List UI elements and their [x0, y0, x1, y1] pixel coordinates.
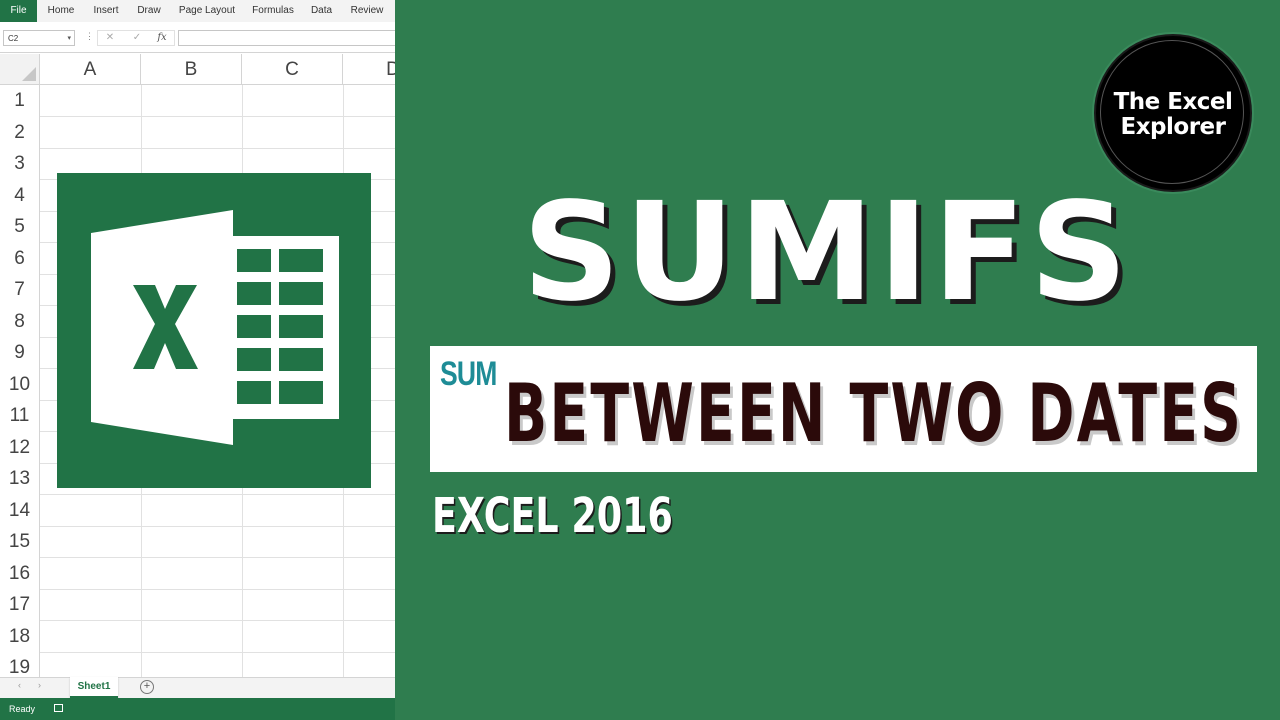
- excel-logo: [57, 173, 371, 488]
- gridline: [40, 589, 395, 590]
- gridline: [40, 652, 395, 653]
- chevron-down-icon[interactable]: ▾: [67, 31, 71, 47]
- row-header-18[interactable]: 18: [0, 620, 40, 652]
- tab-draw[interactable]: Draw: [133, 0, 165, 22]
- row-header-2[interactable]: 2: [0, 116, 40, 148]
- select-all-corner[interactable]: [0, 54, 40, 85]
- gridline: [40, 620, 395, 621]
- row-header-4[interactable]: 4: [0, 179, 40, 211]
- insert-function-icon[interactable]: fx: [155, 30, 169, 46]
- title-sumifs: SUMIFS: [522, 174, 1132, 332]
- row-header-8[interactable]: 8: [0, 305, 40, 337]
- column-header-d[interactable]: D: [343, 54, 395, 85]
- row-header-3[interactable]: 3: [0, 148, 40, 180]
- row-header-17[interactable]: 17: [0, 589, 40, 621]
- tab-home[interactable]: Home: [43, 0, 79, 22]
- row-header-10[interactable]: 10: [0, 368, 40, 400]
- row-header-16[interactable]: 16: [0, 557, 40, 589]
- formula-bar: C2 ▾ ⋮ ✕ ✓ fx: [0, 22, 395, 53]
- cancel-x-icon[interactable]: ✕: [103, 30, 117, 46]
- brand-logo: The Excel Explorer: [1094, 34, 1252, 192]
- row-header-15[interactable]: 15: [0, 526, 40, 558]
- status-text: Ready: [9, 704, 36, 714]
- drag-handle-icon[interactable]: ⋮: [85, 31, 94, 42]
- column-header-b[interactable]: B: [141, 54, 242, 85]
- formula-input[interactable]: [178, 30, 395, 46]
- banner-small-label: SUM: [440, 355, 497, 393]
- excel-logo-icon: [91, 210, 339, 445]
- gridline: [40, 557, 395, 558]
- row-header-11[interactable]: 11: [0, 400, 40, 432]
- gridline: [40, 494, 395, 495]
- scroll-left-icon[interactable]: ‹: [18, 680, 21, 690]
- add-sheet-icon[interactable]: +: [140, 680, 154, 694]
- subtitle-version: EXCEL 2016: [432, 488, 673, 544]
- sheet-tab-bar: ‹ › Sheet1 +: [0, 677, 395, 699]
- name-box-value: C2: [8, 34, 19, 43]
- row-header-9[interactable]: 9: [0, 337, 40, 369]
- tab-data[interactable]: Data: [307, 0, 336, 22]
- banner-main-label: BETWEEN TWO DATES: [504, 367, 1244, 460]
- gridline: [40, 526, 395, 527]
- select-all-triangle-icon: [22, 67, 36, 81]
- tab-review[interactable]: Review: [347, 0, 387, 22]
- ribbon-tabs: File Home Insert Draw Page Layout Formul…: [0, 0, 395, 23]
- excel-window: File Home Insert Draw Page Layout Formul…: [0, 0, 395, 720]
- row-header-7[interactable]: 7: [0, 274, 40, 306]
- row-header-5[interactable]: 5: [0, 211, 40, 243]
- tab-insert[interactable]: Insert: [89, 0, 123, 22]
- row-header-12[interactable]: 12: [0, 431, 40, 463]
- sheet-tab-sheet1[interactable]: Sheet1: [70, 677, 118, 698]
- brand-line-1: The Excel: [1113, 89, 1233, 115]
- tab-file[interactable]: File: [0, 0, 37, 22]
- macro-record-icon[interactable]: [54, 704, 63, 712]
- column-header-c[interactable]: C: [242, 54, 343, 85]
- row-header-6[interactable]: 6: [0, 242, 40, 274]
- tab-page-layout[interactable]: Page Layout: [176, 0, 238, 22]
- column-header-a[interactable]: A: [40, 54, 141, 85]
- enter-check-icon[interactable]: ✓: [130, 30, 144, 46]
- row-header-14[interactable]: 14: [0, 494, 40, 526]
- tab-formulas[interactable]: Formulas: [249, 0, 297, 22]
- name-box[interactable]: C2 ▾: [3, 30, 75, 46]
- gridline: [40, 116, 395, 117]
- scroll-right-icon[interactable]: ›: [38, 680, 41, 690]
- row-header-1[interactable]: 1: [0, 85, 40, 117]
- brand-line-2: Explorer: [1120, 114, 1226, 140]
- gridline: [40, 148, 395, 149]
- row-header-13[interactable]: 13: [0, 463, 40, 495]
- status-bar: Ready: [0, 698, 395, 720]
